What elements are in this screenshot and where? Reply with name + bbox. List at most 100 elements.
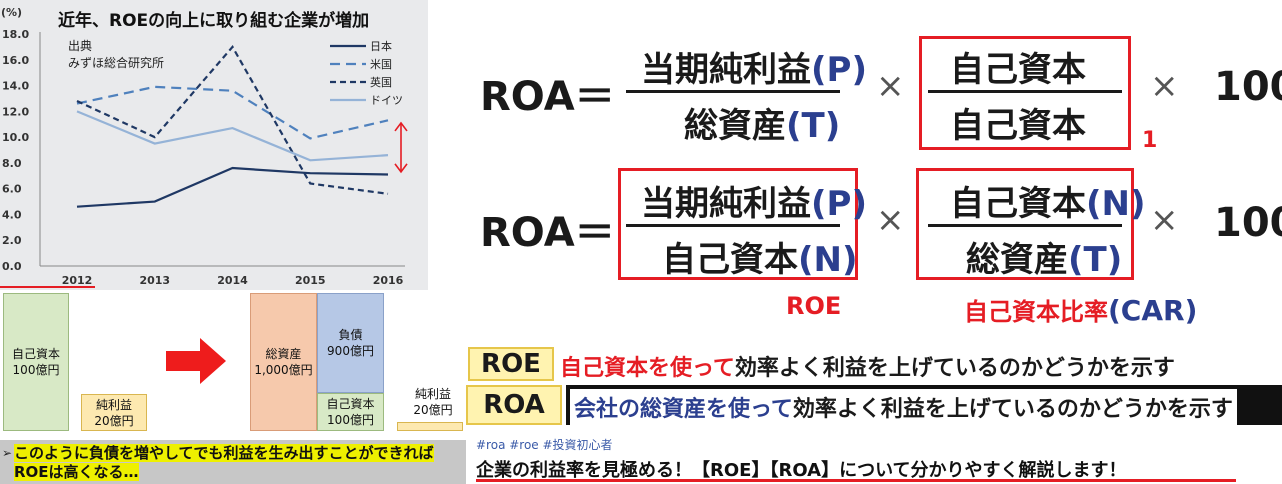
legend-swatch bbox=[330, 62, 366, 66]
p-2: (P) bbox=[811, 184, 867, 224]
y-tick-label: 6.0 bbox=[2, 183, 22, 196]
net-profit-2: 純利益 20億円 bbox=[400, 386, 466, 418]
y-tick-label: 16.0 bbox=[2, 54, 29, 67]
legend-label: 英国 bbox=[370, 76, 392, 89]
roe-tag: ROE bbox=[468, 347, 554, 381]
total-assets-amount: 1,000億円 bbox=[254, 363, 313, 377]
y-tick-label: 18.0 bbox=[2, 28, 29, 41]
y-tick-label: 14.0 bbox=[2, 80, 29, 93]
equity-den-2: 自己資本(N) bbox=[662, 232, 858, 281]
equity-den-1: 自己資本 bbox=[950, 106, 1086, 146]
roe-explanation: 自己資本を使って効率よく利益を上げているのかどうかを示す bbox=[560, 350, 1175, 382]
roa-explanation-blue: 会社の総資産を使って bbox=[574, 397, 793, 422]
net-profit-label: 純利益 bbox=[95, 397, 132, 412]
net-profit2-amount: 20億円 bbox=[413, 403, 453, 417]
y-axis-unit: (%) bbox=[1, 6, 23, 19]
y-tick-label: 4.0 bbox=[2, 208, 22, 221]
net-income-1: 当期純利益(P) bbox=[641, 42, 867, 91]
roa-explanation-row: ROA 会社の総資産を使って効率よく利益を上げているのかどうかを示す bbox=[466, 385, 1282, 430]
liabilities-amount: 900億円 bbox=[327, 344, 374, 358]
equity-amount: 100億円 bbox=[12, 363, 60, 377]
x-tick-label: 2016 bbox=[373, 274, 404, 287]
formula-panel: ROA＝ 当期純利益(P) 総資産(T) × 自己資本 自己資本 1 × 100… bbox=[466, 0, 1282, 345]
t-2: (T) bbox=[1068, 240, 1123, 280]
equity-num-2-text: 自己資本 bbox=[950, 184, 1086, 224]
liabilities-label: 負債 bbox=[338, 328, 363, 342]
roe-explanation-rest: 効率よく利益を上げているのかどうかを示す bbox=[734, 356, 1175, 381]
total-assets-1: 総資産(T) bbox=[684, 98, 840, 147]
screenshot-root: 0.0 2.0 4.0 6.0 8.0 10.0 12.0 14.0 16.0 18.0 2012 2… bbox=[0, 0, 1282, 484]
y-tick-label: 0.0 bbox=[2, 260, 22, 273]
y-tick-label: 2.0 bbox=[2, 234, 22, 247]
net-income-2: 当期純利益(P) bbox=[641, 176, 867, 225]
equity-label: 自己資本 bbox=[11, 347, 60, 361]
equity-num-1: 自己資本 bbox=[950, 50, 1086, 90]
net-profit2-label: 純利益 bbox=[414, 387, 451, 401]
x-tick-label: 2015 bbox=[295, 274, 326, 287]
roe-line-chart: 0.0 2.0 4.0 6.0 8.0 10.0 12.0 14.0 16.0 18.0 2012 2… bbox=[0, 0, 428, 290]
source-name: みずほ総合研究所 bbox=[68, 56, 165, 70]
total-assets-2: 総資産(T) bbox=[966, 232, 1122, 281]
net-profit-box: 純利益 20億円 bbox=[81, 394, 147, 431]
total-assets-box: 総資産 1,000億円 bbox=[250, 293, 317, 431]
caption-band: ➢ このように負債を増やしてでも利益を生み出すことができればROEは高くなる… bbox=[0, 440, 466, 484]
hashtags[interactable]: #roa #roe #投資初心者 bbox=[476, 436, 613, 453]
equity-num-2: 自己資本(N) bbox=[950, 176, 1146, 225]
net-income-2-text: 当期純利益 bbox=[641, 184, 811, 224]
equity-box-2: 自己資本 100億円 bbox=[317, 393, 384, 431]
fraction-line-1 bbox=[626, 90, 840, 93]
legend-label: 日本 bbox=[370, 40, 392, 53]
roa-tag: ROA bbox=[466, 385, 562, 425]
net-profit-2-bar bbox=[397, 422, 463, 431]
caption: このように負債を増やしてでも利益を生み出すことができればROEは高くなる… bbox=[14, 444, 462, 482]
n-2: (N) bbox=[1086, 184, 1146, 224]
series-line bbox=[76, 110, 389, 162]
n-1: (N) bbox=[798, 240, 858, 280]
roa-explanation: 会社の総資産を使って効率よく利益を上げているのかどうかを示す bbox=[570, 389, 1237, 425]
car-abbr: (CAR) bbox=[1108, 294, 1198, 327]
p-1: (P) bbox=[811, 50, 867, 90]
y-tick-label: 8.0 bbox=[2, 157, 22, 170]
fraction-line-3 bbox=[626, 224, 840, 227]
legend-item: 英国 bbox=[330, 74, 392, 90]
legend-item: 日本 bbox=[330, 38, 392, 54]
car-label: 自己資本比率(CAR) bbox=[964, 292, 1197, 327]
total-assets-1-text: 総資産 bbox=[684, 106, 786, 146]
y-tick-label: 12.0 bbox=[2, 105, 29, 118]
caption-text: このように負債を増やしてでも利益を生み出すことができればROEは高くなる… bbox=[14, 444, 434, 481]
x-tick-label: 2014 bbox=[217, 274, 248, 287]
source-label: 出典 みずほ総合研究所 bbox=[68, 38, 164, 72]
net-income-1-text: 当期純利益 bbox=[641, 50, 811, 90]
car-label-text: 自己資本比率 bbox=[964, 298, 1108, 326]
times-2: × bbox=[1150, 66, 1179, 106]
times-4: × bbox=[1150, 200, 1179, 240]
times-3: × bbox=[876, 200, 905, 240]
roa-explanation-rest: 効率よく利益を上げているのかどうかを示す bbox=[792, 397, 1233, 422]
hundred-2: 100 bbox=[1214, 200, 1282, 246]
video-info: #roa #roe #投資初心者 企業の利益率を見極める！【ROE】【ROA】に… bbox=[466, 430, 1282, 484]
equity-box: 自己資本 100億円 bbox=[3, 293, 69, 431]
roe-explanation-row: ROE 自己資本を使って効率よく利益を上げているのかどうかを示す bbox=[466, 345, 1282, 385]
total-assets-label: 総資産 bbox=[265, 347, 302, 361]
one-label: 1 bbox=[1142, 128, 1158, 153]
legend-item: ドイツ bbox=[330, 92, 403, 108]
roa-label-2: ROA＝ bbox=[480, 210, 615, 256]
chart-title: 近年、ROEの向上に取り組む企業が増加 bbox=[58, 11, 370, 31]
x-tick-label: 2012 bbox=[62, 274, 93, 287]
roe-explanation-red: 自己資本を使って bbox=[560, 356, 735, 381]
fraction-line-4 bbox=[928, 224, 1122, 227]
equity-den-2-text: 自己資本 bbox=[662, 240, 798, 280]
hundred-1: 100 bbox=[1214, 64, 1282, 110]
progress-bar[interactable] bbox=[476, 479, 1236, 482]
y-tick-label: 10.0 bbox=[2, 131, 29, 144]
equity2-label: 自己資本 bbox=[326, 397, 375, 411]
legend-label: ドイツ bbox=[370, 94, 403, 107]
times-1: × bbox=[876, 66, 905, 106]
fraction-line-2 bbox=[928, 90, 1122, 93]
liabilities-box: 負債 900億円 bbox=[317, 293, 384, 393]
roa-label-1: ROA＝ bbox=[480, 74, 615, 120]
x-tick-label: 2013 bbox=[139, 274, 170, 287]
t-1: (T) bbox=[786, 106, 841, 146]
roe-label: ROE bbox=[786, 292, 842, 320]
source-heading: 出典 bbox=[68, 39, 93, 53]
